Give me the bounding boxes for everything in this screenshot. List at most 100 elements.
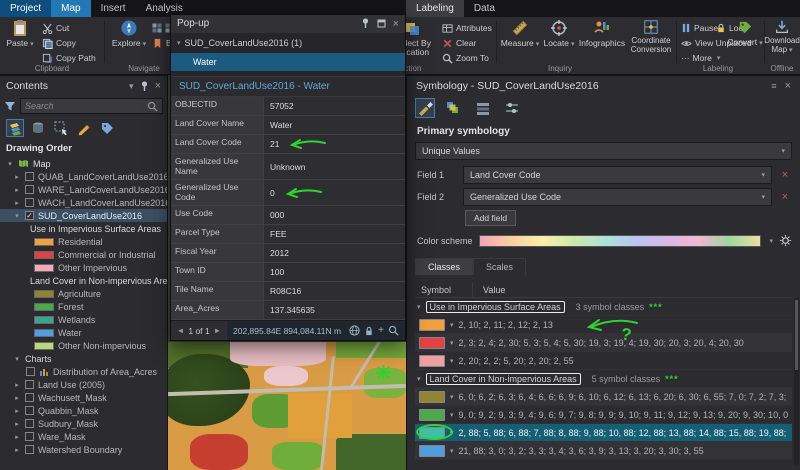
legend-item[interactable]: Forest [0,300,167,313]
legend-item[interactable]: Water [0,326,167,339]
tree-item-layer-selected[interactable]: ▾ ✓ SUD_CoverLandUse2016 [0,209,167,222]
field2-dropdown[interactable]: Generalized Use Code ▾ [463,188,772,206]
explore-button[interactable]: Explore ▾ [110,19,148,49]
popup-layer-group[interactable]: ▾ SUD_CoverLandUse2016 (1) [171,36,405,51]
legend-swatch[interactable] [34,263,54,272]
close-icon[interactable]: × [155,80,161,92]
close-icon[interactable]: × [785,80,791,92]
legend-swatch[interactable] [34,341,54,350]
tab-map[interactable]: Map [51,0,91,17]
symbol-class-row-selected[interactable]: ▾ 2, 88; 5, 88; 6, 88; 7, 88; 8, 88; 9, … [415,424,792,442]
class-swatch[interactable] [419,408,445,421]
next-record-icon[interactable]: ► [214,326,221,335]
list-by-labeling-button[interactable] [98,119,116,137]
pane-menu-icon[interactable]: ≡ [771,81,776,91]
copy-path-button[interactable]: Copy Path [42,52,96,64]
pin-icon[interactable] [140,80,149,92]
legend-item[interactable]: Residential [0,235,167,248]
gear-icon[interactable] [779,234,792,247]
globe-icon[interactable] [349,325,360,336]
map-view[interactable] [168,342,406,470]
legend-item[interactable]: Commercial or Industrial [0,248,167,261]
symbol-group-header[interactable]: ▾ Land Cover in Non-impervious Areas 5 s… [415,370,792,388]
popup-feature-item-selected[interactable]: Water [171,52,405,71]
symbol-group-header[interactable]: ▾ Use in Impervious Surface Areas 3 symb… [415,298,792,316]
layer-checkbox[interactable] [25,445,34,454]
tree-item-layer[interactable]: ▸ Quabbin_Mask [0,404,167,417]
layer-checkbox[interactable] [25,172,34,181]
tree-item-layer[interactable]: ▸ Sudbury_Mask [0,417,167,430]
layer-checkbox[interactable] [25,393,34,402]
search-icon[interactable] [388,325,399,336]
tab-insert[interactable]: Insert [91,0,136,17]
list-by-selection-button[interactable] [52,119,70,137]
legend-item[interactable]: Other Impervious [0,261,167,274]
search-icon[interactable] [147,101,158,112]
tree-item-charts[interactable]: ▾ Charts [0,352,167,365]
scrollbar[interactable] [794,298,799,466]
tab-classes[interactable]: Classes [415,258,474,275]
symbol-class-row[interactable]: ▾ 6, 0; 6, 2; 6, 3; 6, 4; 6, 6; 6, 9; 6,… [415,388,792,406]
color-scheme-dropdown[interactable] [478,234,762,247]
tree-item-layer[interactable]: ▸ Ware_Mask [0,430,167,443]
remove-field2-button[interactable]: × [778,190,792,204]
chart-checkbox[interactable] [26,367,35,376]
zoom-to-selection-button[interactable]: Zoom To [442,52,489,64]
legend-swatch[interactable] [34,289,54,298]
paste-button[interactable]: Paste ▾ [4,19,36,49]
field1-dropdown[interactable]: Land Cover Code ▾ [463,166,772,184]
legend-item[interactable]: Wetlands [0,313,167,326]
tree-item-layer[interactable]: ▸ WACH_LandCoverLandUse2016 [0,196,167,209]
class-swatch[interactable] [419,336,445,349]
list-by-drawing-order-button[interactable] [6,119,24,137]
legend-swatch[interactable] [34,250,54,259]
remove-field1-button[interactable]: × [778,168,792,182]
cut-button[interactable]: Cut [42,22,69,34]
tree-item-layer[interactable]: ▸ Wachusett_Mask [0,391,167,404]
scale-based-symbology-tab-button[interactable] [502,98,522,118]
tree-item-layer[interactable]: ▸ Watershed Boundary [0,443,167,456]
coordinate-conversion-button[interactable]: Coordinate Conversion [628,19,674,55]
layer-checkbox[interactable] [25,406,34,415]
tree-item-layer[interactable]: ▸ QUAB_LandCoverLandUse2016 [0,170,167,183]
tree-item-layer[interactable]: ▸ WARE_LandCoverLandUse2016 [0,183,167,196]
copy-button[interactable]: Copy [42,37,76,49]
layer-checkbox[interactable] [25,432,34,441]
convert-labels-button[interactable]: Convert ▾ [726,19,764,48]
infographics-button[interactable]: Infographics [578,19,626,48]
plus-icon[interactable]: + [378,325,384,336]
tree-item-map[interactable]: ▾ Map [0,157,167,170]
class-swatch[interactable] [419,426,445,439]
legend-swatch[interactable] [34,302,54,311]
close-icon[interactable]: × [393,18,399,30]
lock-icon[interactable] [364,326,374,336]
clear-selection-button[interactable]: Clear [442,37,476,49]
tab-labeling[interactable]: Labeling [406,0,464,17]
symbol-class-row[interactable]: ▾ 9, 0; 9, 2; 9, 3; 9, 4; 9, 6; 9, 7; 9,… [415,406,792,424]
legend-swatch[interactable] [34,237,54,246]
class-swatch[interactable] [419,318,445,331]
tab-project[interactable]: Project [0,0,52,17]
layer-checkbox[interactable] [25,185,34,194]
symbol-class-row[interactable]: ▾ 2, 20; 2, 2; 5, 20; 2, 20; 2, 55 [415,352,792,370]
symbology-method-dropdown[interactable]: Unique Values ▾ [415,142,792,160]
list-by-data-source-button[interactable] [29,119,47,137]
tab-data[interactable]: Data [464,0,505,17]
locate-button[interactable]: Locate ▾ [542,19,576,49]
previous-record-icon[interactable]: ◄ [177,326,184,335]
legend-item[interactable]: Other Non-impervious [0,339,167,352]
layer-checkbox[interactable] [25,198,34,207]
class-swatch[interactable] [419,444,445,457]
filter-funnel-icon[interactable] [4,100,16,112]
symbol-class-row[interactable]: ▾ 2, 10; 2, 11; 2, 12; 2, 13 [415,316,792,334]
legend-swatch[interactable] [34,315,54,324]
symbol-layer-drawing-tab-button[interactable] [473,98,493,118]
layer-checkbox[interactable] [25,419,34,428]
add-field-button[interactable]: Add field [465,210,517,226]
legend-item[interactable]: Agriculture [0,287,167,300]
tree-item-chart[interactable]: Distribution of Area_Acres [0,365,167,378]
pane-menu-icon[interactable]: ▾ [129,81,134,92]
scrollbar-thumb[interactable] [795,300,798,370]
attributes-button[interactable]: Attributes [442,22,492,34]
tab-scales[interactable]: Scales [473,258,527,275]
